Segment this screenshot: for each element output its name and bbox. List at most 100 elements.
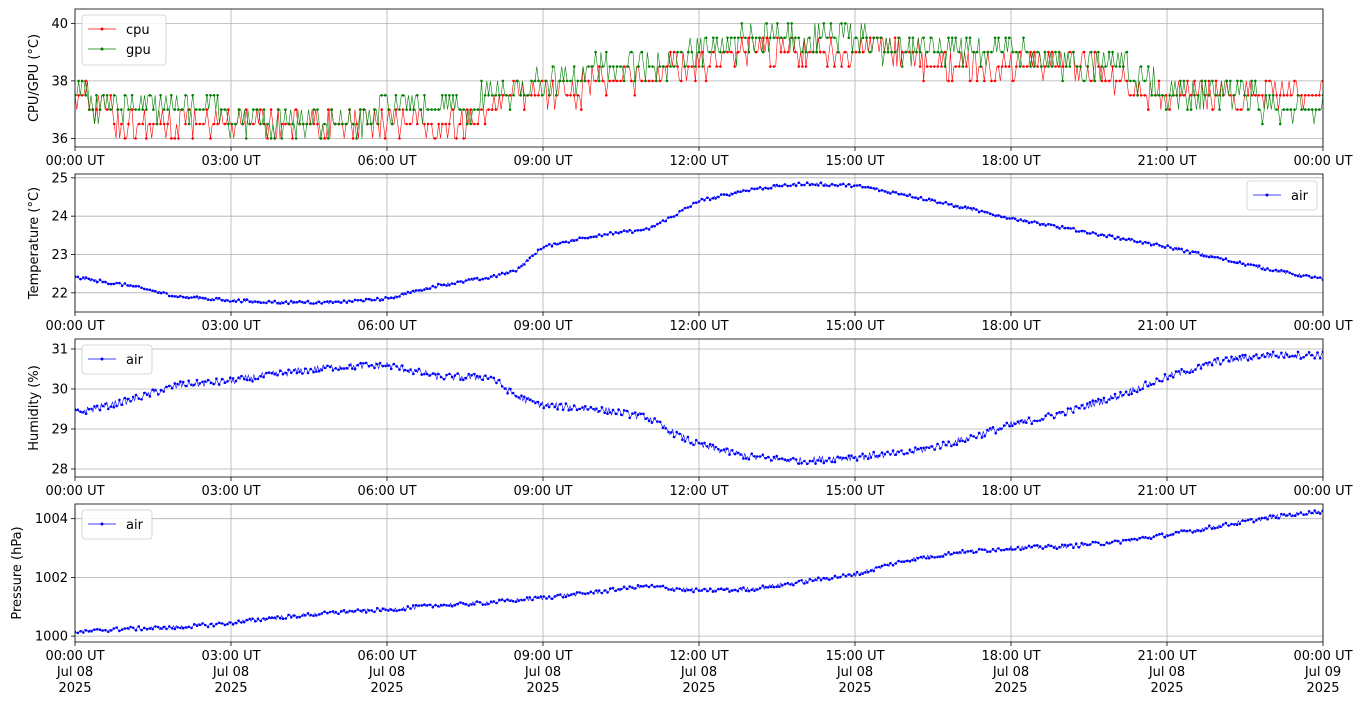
data-point (204, 623, 207, 627)
data-point (444, 94, 448, 97)
data-point (1139, 65, 1143, 68)
data-point (364, 361, 368, 365)
data-point (1257, 517, 1261, 520)
data-point (872, 36, 875, 40)
data-point (630, 50, 633, 54)
data-point (828, 456, 831, 460)
data-point (1208, 255, 1211, 259)
data-point (1268, 79, 1271, 83)
data-point (717, 587, 720, 591)
data-point (869, 569, 873, 572)
data-point (1216, 356, 1219, 360)
data-point (703, 587, 706, 591)
data-point (1211, 79, 1214, 83)
data-point (589, 235, 593, 239)
data-point (1183, 250, 1186, 254)
data-point (1289, 108, 1293, 111)
data-point (176, 626, 179, 629)
data-point (620, 587, 623, 591)
data-point (484, 277, 487, 280)
x-tick-label: 18:00 UT (981, 154, 1040, 169)
data-point (102, 94, 105, 97)
data-point (922, 79, 925, 83)
data-point (266, 122, 269, 126)
y-tick-label: 25 (51, 171, 68, 186)
data-point (850, 574, 853, 578)
data-point (1135, 538, 1139, 542)
data-point (1047, 412, 1050, 415)
data-point (1227, 260, 1230, 263)
data-point (647, 419, 651, 423)
data-point (878, 565, 881, 569)
data-point (345, 366, 349, 370)
data-point (972, 207, 975, 210)
data-point (312, 108, 316, 111)
data-point (1132, 79, 1136, 83)
data-point (972, 50, 975, 54)
data-point (511, 391, 515, 395)
data-point (191, 137, 194, 140)
data-point (328, 300, 332, 303)
data-point (1169, 533, 1172, 537)
data-point (958, 206, 961, 210)
data-point (994, 549, 997, 553)
data-point (269, 137, 273, 140)
x-tick-label: 21:00 UT (1137, 319, 1196, 334)
data-point (1254, 79, 1257, 83)
data-point (462, 108, 466, 111)
data-point (595, 407, 598, 411)
data-point (1269, 353, 1272, 356)
data-point (348, 363, 351, 367)
data-point (467, 372, 471, 376)
data-point (1294, 354, 1297, 358)
x-tick-label: 00:00 UT (45, 319, 104, 334)
data-point (1016, 420, 1020, 424)
data-point (1086, 231, 1089, 235)
data-point (1163, 246, 1167, 249)
data-point (301, 122, 305, 126)
data-point (653, 225, 656, 228)
data-point (656, 222, 659, 226)
data-point (265, 371, 268, 375)
data-point (1278, 94, 1282, 97)
data-point (537, 94, 540, 97)
data-point (676, 50, 679, 54)
data-point (1094, 540, 1097, 544)
data-point (950, 202, 953, 206)
data-point (539, 247, 543, 251)
data-point (459, 378, 462, 381)
data-point (1108, 541, 1111, 545)
data-point (916, 556, 920, 560)
data-point (1268, 94, 1271, 97)
data-point (520, 394, 523, 398)
data-point (337, 368, 340, 372)
data-point (351, 610, 354, 613)
data-point (339, 609, 343, 613)
data-point (947, 551, 950, 554)
data-point (880, 189, 884, 192)
data-point (312, 122, 316, 126)
data-point (1155, 242, 1158, 245)
data-point (789, 184, 792, 188)
data-point (578, 407, 581, 411)
data-point (886, 191, 889, 194)
data-point (651, 79, 654, 83)
data-point (378, 609, 382, 613)
data-point (123, 282, 127, 285)
data-point (1169, 246, 1172, 249)
data-point (1091, 540, 1095, 544)
data-point (193, 295, 196, 299)
data-point (1136, 94, 1139, 97)
y-axis-label: Temperature (°C) (27, 187, 42, 300)
data-point (437, 122, 441, 126)
data-point (725, 447, 728, 451)
data-point (636, 584, 640, 587)
data-point (331, 301, 335, 305)
data-point (126, 397, 129, 401)
data-point (168, 625, 171, 628)
data-point (647, 585, 651, 589)
data-point (88, 108, 91, 111)
data-point (601, 79, 604, 83)
data-point (120, 108, 123, 111)
data-point (792, 456, 795, 460)
